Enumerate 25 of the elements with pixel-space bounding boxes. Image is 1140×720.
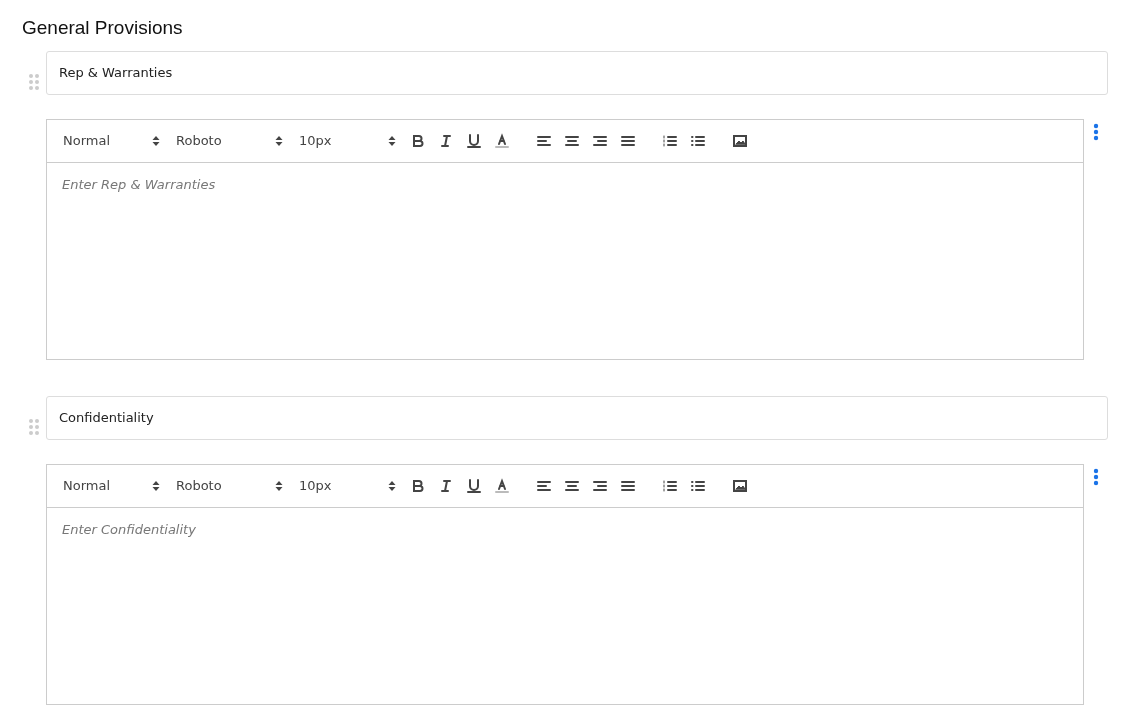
drag-handle-icon[interactable] xyxy=(29,73,39,90)
dropdown-arrows-icon xyxy=(152,480,160,491)
drag-handle-icon[interactable] xyxy=(29,418,39,435)
editor-text-area[interactable]: Enter Confidentiality xyxy=(46,507,1084,705)
size-select[interactable]: 10px xyxy=(291,473,404,498)
text-color-icon xyxy=(493,476,511,495)
font-select[interactable]: Roboto xyxy=(168,128,291,153)
format-select[interactable]: Normal xyxy=(55,128,168,153)
dropdown-arrows-icon xyxy=(388,480,396,491)
size-select[interactable]: 10px xyxy=(291,128,404,153)
font-select[interactable]: Roboto xyxy=(168,473,291,498)
dropdown-arrows-icon xyxy=(388,135,396,146)
dropdown-arrows-icon xyxy=(275,135,283,146)
dropdown-arrows-icon xyxy=(152,135,160,146)
editor-text-area[interactable]: Enter Rep & Warranties xyxy=(46,162,1084,360)
more-options-icon[interactable] xyxy=(1093,467,1099,486)
section-heading: General Provisions xyxy=(22,16,184,40)
format-select[interactable]: Normal xyxy=(55,473,168,498)
more-options-icon[interactable] xyxy=(1093,122,1099,141)
title-input[interactable]: Confidentiality xyxy=(46,395,1108,440)
text-color-icon xyxy=(493,131,511,150)
dropdown-arrows-icon xyxy=(275,480,283,491)
underline-icon xyxy=(465,131,483,150)
title-input[interactable]: Rep & Warranties xyxy=(46,50,1108,95)
underline-icon xyxy=(465,476,483,495)
